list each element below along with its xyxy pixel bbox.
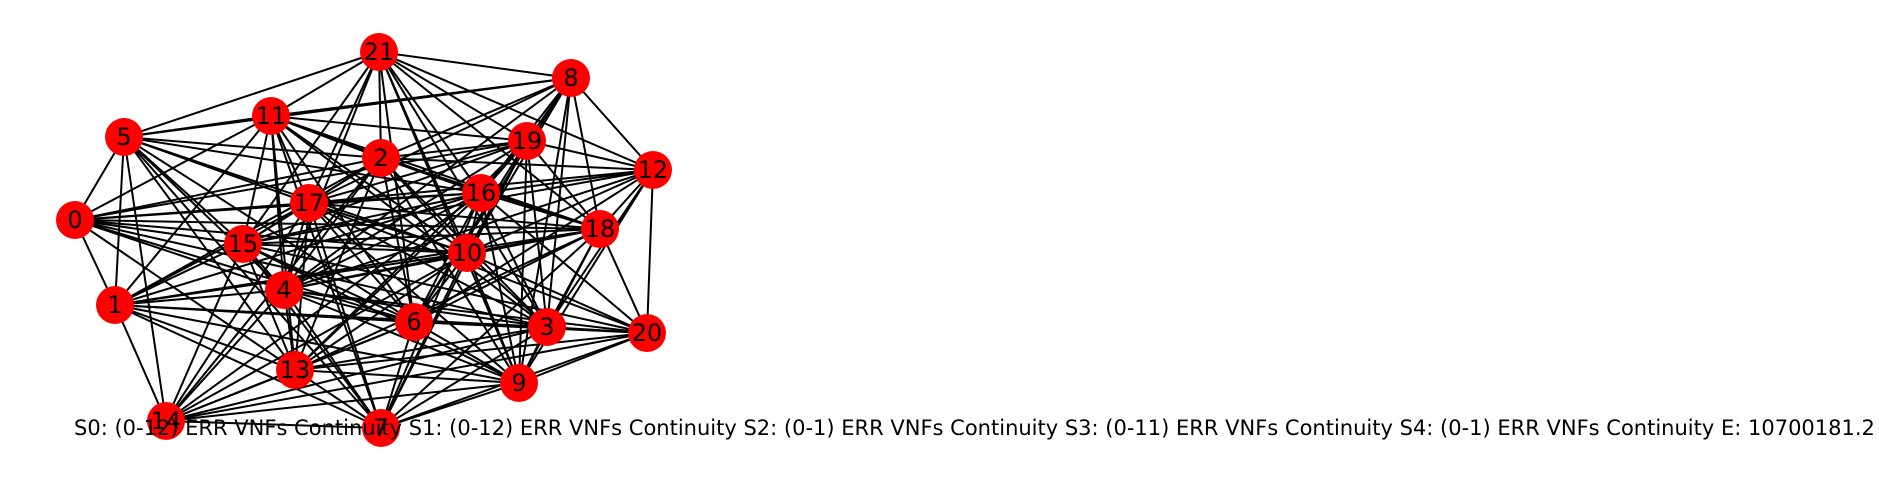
node-12: 12 bbox=[634, 151, 672, 189]
node-21: 21 bbox=[360, 33, 398, 71]
node-label-1: 1 bbox=[107, 291, 122, 319]
node-10: 10 bbox=[448, 234, 486, 272]
edge-5-11 bbox=[123, 115, 272, 138]
edge-12-9 bbox=[518, 169, 654, 384]
node-15: 15 bbox=[224, 225, 262, 263]
node-1: 1 bbox=[96, 286, 134, 324]
node-label-4: 4 bbox=[276, 276, 291, 304]
node-label-13: 13 bbox=[280, 356, 311, 384]
node-label-6: 6 bbox=[406, 308, 421, 336]
node-13: 13 bbox=[276, 351, 314, 389]
node-8: 8 bbox=[552, 59, 590, 97]
node-18: 18 bbox=[581, 210, 619, 248]
node-label-19: 19 bbox=[512, 127, 543, 155]
node-label-15: 15 bbox=[228, 230, 259, 258]
node-9: 9 bbox=[500, 364, 538, 402]
node-16: 16 bbox=[462, 174, 500, 212]
node-5: 5 bbox=[105, 118, 143, 156]
node-3: 3 bbox=[528, 308, 566, 346]
node-label-5: 5 bbox=[116, 123, 131, 151]
edge-12-20 bbox=[646, 169, 654, 334]
node-label-12: 12 bbox=[638, 156, 669, 184]
node-label-16: 16 bbox=[466, 179, 497, 207]
node-label-10: 10 bbox=[452, 239, 483, 267]
node-2: 2 bbox=[362, 139, 400, 177]
node-label-0: 0 bbox=[67, 206, 82, 234]
node-4: 4 bbox=[265, 271, 303, 309]
node-label-11: 11 bbox=[256, 102, 287, 130]
node-17: 17 bbox=[290, 184, 328, 222]
node-label-17: 17 bbox=[294, 189, 325, 217]
node-11: 11 bbox=[252, 97, 290, 135]
node-19: 19 bbox=[508, 122, 546, 160]
node-0: 0 bbox=[56, 201, 94, 239]
edge-layer bbox=[74, 51, 654, 429]
node-label-2: 2 bbox=[373, 144, 388, 172]
node-label-18: 18 bbox=[585, 215, 616, 243]
node-20: 20 bbox=[628, 314, 666, 352]
edge-21-5 bbox=[123, 51, 380, 138]
network-graph: 0123456789101112131415161718192021 bbox=[56, 33, 672, 447]
node-label-8: 8 bbox=[563, 64, 578, 92]
node-label-20: 20 bbox=[632, 319, 663, 347]
edge-5-14 bbox=[123, 136, 167, 422]
node-label-21: 21 bbox=[364, 38, 395, 66]
node-label-9: 9 bbox=[511, 369, 526, 397]
node-label-3: 3 bbox=[539, 313, 554, 341]
status-caption: S0: (0-12) ERR VNFs Continuity S1: (0-12… bbox=[74, 416, 1875, 440]
node-6: 6 bbox=[395, 303, 433, 341]
